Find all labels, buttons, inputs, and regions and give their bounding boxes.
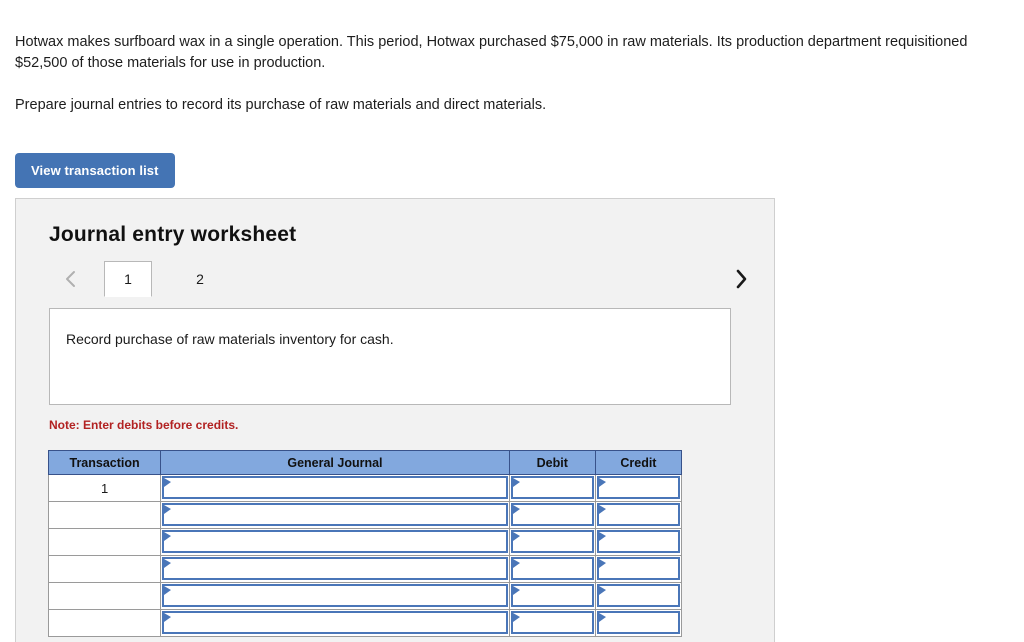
- dropdown-triangle-icon: [598, 532, 607, 542]
- problem-paragraph-2: Prepare journal entries to record its pu…: [15, 97, 547, 113]
- debit-amount-input[interactable]: [510, 503, 594, 526]
- dropdown-triangle-icon: [164, 505, 172, 515]
- column-header-credit: Credit: [594, 450, 683, 475]
- dropdown-triangle-icon: [598, 613, 607, 623]
- column-header-debit: Debit: [508, 450, 596, 475]
- debit-input-cell[interactable]: [508, 582, 596, 610]
- debits-before-credits-note: Note: Enter debits before credits.: [49, 418, 239, 432]
- page-root: Hotwax makes surfboard wax in a single o…: [0, 0, 1024, 642]
- credit-input-cell[interactable]: [594, 609, 683, 637]
- dropdown-triangle-icon: [598, 559, 607, 569]
- worksheet-tab-strip: 1 2: [49, 261, 754, 297]
- transaction-number-cell: [47, 582, 162, 610]
- table-row: 1: [47, 474, 683, 502]
- general-journal-input-cell[interactable]: [160, 474, 510, 502]
- debit-input-cell[interactable]: [508, 609, 596, 637]
- table-body: 1: [47, 474, 683, 637]
- account-select-input[interactable]: [162, 611, 508, 634]
- dropdown-triangle-icon: [164, 532, 172, 542]
- debit-input-cell[interactable]: [508, 555, 596, 583]
- dropdown-triangle-icon: [164, 478, 172, 488]
- credit-amount-input[interactable]: [596, 611, 680, 634]
- column-header-general-journal: General Journal: [160, 450, 510, 475]
- general-journal-input-cell[interactable]: [160, 609, 510, 637]
- account-select-input[interactable]: [162, 584, 508, 607]
- table-row: [47, 555, 683, 583]
- debit-amount-input[interactable]: [510, 476, 594, 499]
- credit-amount-input[interactable]: [596, 530, 680, 553]
- general-journal-input-cell[interactable]: [160, 528, 510, 556]
- debit-input-cell[interactable]: [508, 528, 596, 556]
- dropdown-triangle-icon: [512, 532, 521, 542]
- table-header-row: Transaction General Journal Debit Credit: [47, 450, 683, 475]
- dropdown-triangle-icon: [512, 478, 521, 488]
- transaction-number-cell: [47, 501, 162, 529]
- debit-amount-input[interactable]: [510, 530, 594, 553]
- credit-input-cell[interactable]: [594, 555, 683, 583]
- credit-input-cell[interactable]: [594, 474, 683, 502]
- general-journal-table: Transaction General Journal Debit Credit…: [47, 450, 683, 637]
- table-row: [47, 501, 683, 529]
- worksheet-title: Journal entry worksheet: [49, 223, 297, 246]
- credit-amount-input[interactable]: [596, 476, 680, 499]
- transaction-number-cell: [47, 528, 162, 556]
- table-row: [47, 609, 683, 637]
- account-select-input[interactable]: [162, 476, 508, 499]
- dropdown-triangle-icon: [598, 505, 607, 515]
- tab-entry-2[interactable]: 2: [176, 261, 224, 297]
- dropdown-triangle-icon: [512, 505, 521, 515]
- dropdown-triangle-icon: [512, 559, 521, 569]
- general-journal-input-cell[interactable]: [160, 555, 510, 583]
- view-transaction-list-button[interactable]: View transaction list: [15, 153, 175, 188]
- transaction-number-cell: [47, 555, 162, 583]
- entry-description-text: Record purchase of raw materials invento…: [66, 331, 394, 347]
- credit-input-cell[interactable]: [594, 528, 683, 556]
- dropdown-triangle-icon: [512, 586, 521, 596]
- credit-input-cell[interactable]: [594, 501, 683, 529]
- column-header-transaction: Transaction: [47, 450, 162, 475]
- dropdown-triangle-icon: [512, 613, 521, 623]
- account-select-input[interactable]: [162, 557, 508, 580]
- debit-amount-input[interactable]: [510, 611, 594, 634]
- problem-paragraph-1: Hotwax makes surfboard wax in a single o…: [15, 34, 968, 71]
- account-select-input[interactable]: [162, 530, 508, 553]
- entry-description-box: Record purchase of raw materials invento…: [49, 308, 731, 405]
- dropdown-triangle-icon: [164, 586, 172, 596]
- credit-amount-input[interactable]: [596, 557, 680, 580]
- journal-entry-worksheet-panel: Journal entry worksheet 1 2 Record purch…: [15, 198, 775, 642]
- tab-entry-1[interactable]: 1: [104, 261, 152, 297]
- debit-input-cell[interactable]: [508, 501, 596, 529]
- credit-amount-input[interactable]: [596, 584, 680, 607]
- transaction-number-cell: 1: [47, 474, 162, 502]
- credit-amount-input[interactable]: [596, 503, 680, 526]
- problem-statement: Hotwax makes surfboard wax in a single o…: [15, 32, 1005, 116]
- debit-amount-input[interactable]: [510, 584, 594, 607]
- table-row: [47, 528, 683, 556]
- general-journal-input-cell[interactable]: [160, 501, 510, 529]
- next-entry-chevron-icon[interactable]: [728, 261, 754, 297]
- dropdown-triangle-icon: [164, 559, 172, 569]
- dropdown-triangle-icon: [598, 478, 607, 488]
- dropdown-triangle-icon: [598, 586, 607, 596]
- table-row: [47, 582, 683, 610]
- debit-input-cell[interactable]: [508, 474, 596, 502]
- credit-input-cell[interactable]: [594, 582, 683, 610]
- transaction-number-cell: [47, 609, 162, 637]
- account-select-input[interactable]: [162, 503, 508, 526]
- general-journal-input-cell[interactable]: [160, 582, 510, 610]
- previous-entry-chevron-icon[interactable]: [57, 261, 83, 297]
- debit-amount-input[interactable]: [510, 557, 594, 580]
- dropdown-triangle-icon: [164, 613, 172, 623]
